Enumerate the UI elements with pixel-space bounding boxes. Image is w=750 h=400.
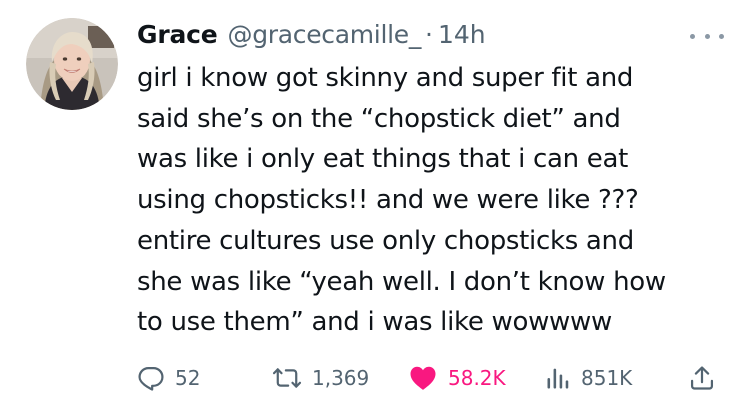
- tweet-header: Grace @gracecamille_ · 14h: [137, 14, 486, 54]
- tweet-text-line: entire cultures use only chopsticks and: [137, 225, 634, 256]
- like-button[interactable]: 58.2K: [408, 358, 506, 398]
- tweet-text-line: to use them” and i was like wowwww: [137, 307, 612, 338]
- more-dot: [690, 33, 695, 39]
- share-button[interactable]: [688, 358, 716, 398]
- avatar[interactable]: [26, 18, 118, 110]
- share-icon: [690, 366, 714, 390]
- more-dot: [704, 33, 710, 39]
- reply-button[interactable]: 52: [137, 358, 200, 398]
- tweet-text-line: girl i know got skinny and super fit and: [137, 63, 634, 93]
- author-handle[interactable]: @gracecamille_: [228, 20, 422, 49]
- retweet-button[interactable]: 1,369: [272, 358, 369, 398]
- like-count: 58.2K: [448, 366, 506, 390]
- views-count: 851K: [581, 366, 633, 390]
- reply-count: 52: [175, 366, 201, 390]
- tweet: Grace @gracecamille_ · 14h girl i know g…: [0, 0, 750, 400]
- tweet-actions: 52 1,369 58.2K 851K: [0, 358, 750, 398]
- tweet-text-line: using chopsticks!! and we were like ???: [137, 185, 639, 216]
- tweet-text-line: was like i only eat things that i can ea…: [137, 144, 629, 175]
- more-dot: [719, 33, 724, 39]
- tweet-text-line: said she’s on the “chopstick diet” and: [137, 103, 621, 134]
- retweet-count: 1,369: [312, 366, 370, 390]
- avatar-image: [26, 18, 118, 110]
- more-icon[interactable]: [690, 28, 724, 44]
- separator-dot: ·: [425, 19, 433, 49]
- heart-icon: [410, 366, 436, 390]
- tweet-timestamp[interactable]: 14h: [438, 20, 486, 49]
- reply-icon: [138, 366, 164, 391]
- author-display-name[interactable]: Grace: [137, 20, 218, 49]
- retweet-icon: [272, 368, 302, 388]
- views-button[interactable]: 851K: [545, 358, 632, 398]
- tweet-text: girl i know got skinny and super fit and…: [137, 58, 737, 343]
- views-icon: [547, 368, 569, 389]
- tweet-text-line: she was like “yeah well. I don’t know ho…: [137, 266, 666, 297]
